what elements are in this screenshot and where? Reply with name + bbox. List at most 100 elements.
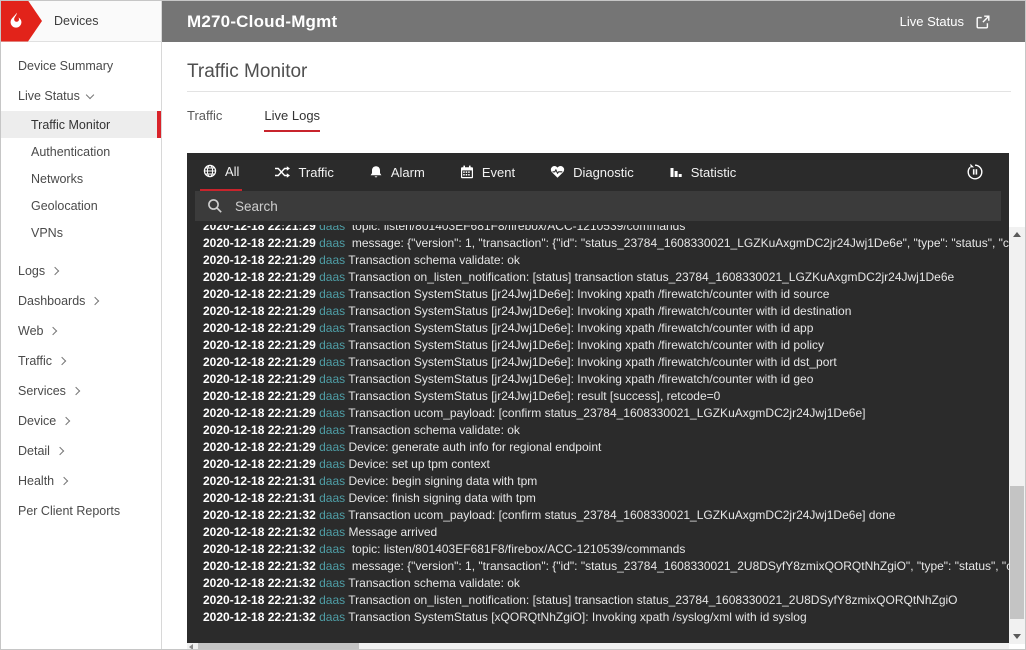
filter-tab-diagnostic[interactable]: Diagnostic — [547, 153, 637, 191]
log-row: 2020-12-18 22:21:31 daas Device: finish … — [203, 490, 1009, 507]
filter-tab-alarm[interactable]: Alarm — [366, 153, 428, 191]
log-message: topic: listen/801403EF681F8/firebox/ACC-… — [348, 225, 685, 233]
log-message: Transaction SystemStatus [jr24Jwj1De6e]:… — [348, 372, 813, 386]
sidebar-item-geolocation[interactable]: Geolocation — [1, 192, 161, 219]
filter-tab-all[interactable]: All — [200, 153, 242, 191]
horizontal-scrollbar-thumb[interactable] — [198, 643, 359, 650]
sidebar-item-services[interactable]: Services — [1, 376, 161, 406]
log-message: Transaction on_listen_notification: [sta… — [348, 270, 954, 284]
sidebar-item-web[interactable]: Web — [1, 316, 161, 346]
log-source: daas — [319, 508, 345, 522]
sidebar-item-label: Live Status — [18, 89, 80, 103]
sidebar-item-networks[interactable]: Networks — [1, 165, 161, 192]
log-source: daas — [319, 457, 345, 471]
search-box[interactable] — [195, 191, 1001, 221]
chevron-down-icon — [86, 90, 94, 98]
vertical-scrollbar[interactable] — [1009, 227, 1025, 644]
live-status-label: Live Status — [900, 14, 964, 29]
product-header: Devices — [1, 1, 162, 42]
log-source: daas — [319, 389, 345, 403]
log-row: 2020-12-18 22:21:29 daas Transaction sch… — [203, 252, 1009, 269]
sidebar-item-dashboards[interactable]: Dashboards — [1, 286, 161, 316]
sidebar-item-traffic-monitor[interactable]: Traffic Monitor — [1, 111, 161, 138]
log-row: 2020-12-18 22:21:32 daas Transaction on_… — [203, 592, 1009, 609]
log-source: daas — [319, 225, 345, 233]
log-source: daas — [319, 253, 345, 267]
filter-tab-label: Diagnostic — [573, 165, 634, 180]
sidebar-item-detail[interactable]: Detail — [1, 436, 161, 466]
filter-tab-statistic[interactable]: Statistic — [666, 153, 740, 191]
log-filter-tabs: All Traffic Alarm — [187, 153, 1009, 191]
sidebar-item-health[interactable]: Health — [1, 466, 161, 496]
vertical-scrollbar-thumb[interactable] — [1010, 486, 1024, 619]
log-source: daas — [319, 236, 345, 250]
chevron-right-icon — [60, 477, 68, 485]
sidebar-item-traffic[interactable]: Traffic — [1, 346, 161, 376]
view-tabs: Traffic Live Logs — [187, 108, 320, 132]
log-timestamp: 2020-12-18 22:21:31 — [203, 491, 316, 505]
log-row: 2020-12-18 22:21:31 daas Device: begin s… — [203, 473, 1009, 490]
log-message: Transaction SystemStatus [jr24Jwj1De6e]:… — [348, 321, 813, 335]
sidebar-item-live-status[interactable]: Live Status — [1, 81, 161, 111]
log-message: Transaction on_listen_notification: [sta… — [348, 593, 957, 607]
log-row: 2020-12-18 22:21:29 daas Transaction Sys… — [203, 303, 1009, 320]
log-timestamp: 2020-12-18 22:21:29 — [203, 225, 316, 233]
pause-refresh-button[interactable] — [966, 163, 984, 181]
log-message: Transaction schema validate: ok — [348, 423, 520, 437]
log-source: daas — [319, 423, 345, 437]
bar-chart-icon — [669, 165, 683, 179]
log-row: 2020-12-18 22:21:29 daas Transaction uco… — [203, 405, 1009, 422]
scroll-left-arrow[interactable] — [189, 644, 197, 650]
sidebar-item-label: Detail — [18, 444, 50, 458]
log-row: 2020-12-18 22:21:29 daas Transaction Sys… — [203, 320, 1009, 337]
device-title: M270-Cloud-Mgmt — [162, 12, 337, 32]
app-window: Devices M270-Cloud-Mgmt Live Status Devi… — [0, 0, 1026, 650]
log-row: 2020-12-18 22:21:32 daas Transaction sch… — [203, 575, 1009, 592]
page-title: Traffic Monitor — [187, 61, 307, 83]
log-source: daas — [319, 355, 345, 369]
log-row: 2020-12-18 22:21:29 daas Transaction on_… — [203, 269, 1009, 286]
log-message: Device: set up tpm context — [348, 457, 489, 471]
log-panel: All Traffic Alarm — [187, 153, 1009, 644]
log-timestamp: 2020-12-18 22:21:29 — [203, 423, 316, 437]
log-message: Transaction SystemStatus [jr24Jwj1De6e]:… — [348, 338, 824, 352]
filter-tab-event[interactable]: Event — [457, 153, 518, 191]
sidebar-item-per-client-reports[interactable]: Per Client Reports — [1, 496, 161, 526]
chevron-right-icon — [91, 297, 99, 305]
tab-live-logs[interactable]: Live Logs — [264, 108, 320, 132]
sidebar-item-authentication[interactable]: Authentication — [1, 138, 161, 165]
sidebar-item-device[interactable]: Device — [1, 406, 161, 436]
search-input[interactable] — [233, 198, 837, 215]
log-timestamp: 2020-12-18 22:21:29 — [203, 253, 316, 267]
filter-tab-traffic[interactable]: Traffic — [271, 153, 336, 191]
log-timestamp: 2020-12-18 22:21:32 — [203, 576, 316, 590]
log-timestamp: 2020-12-18 22:21:32 — [203, 508, 316, 522]
log-message: Message arrived — [348, 525, 437, 539]
live-status-link[interactable]: Live Status — [900, 14, 1025, 30]
sidebar-item-logs[interactable]: Logs — [1, 256, 161, 286]
log-timestamp: 2020-12-18 22:21:29 — [203, 355, 316, 369]
sidebar-item-label: Device — [18, 414, 56, 428]
tab-traffic[interactable]: Traffic — [187, 108, 222, 132]
scroll-up-arrow[interactable] — [1009, 227, 1025, 242]
log-source: daas — [319, 542, 345, 556]
external-link-icon — [975, 14, 991, 30]
horizontal-scrollbar[interactable] — [187, 643, 1009, 650]
sidebar-item-label: Logs — [18, 264, 45, 278]
log-row: 2020-12-18 22:21:29 daas Transaction Sys… — [203, 371, 1009, 388]
chevron-right-icon — [62, 417, 70, 425]
log-row: 2020-12-18 22:21:32 daas topic: listen/8… — [203, 541, 1009, 558]
log-timestamp: 2020-12-18 22:21:29 — [203, 304, 316, 318]
sidebar-item-vpns[interactable]: VPNs — [1, 219, 161, 246]
sidebar-item-device-summary[interactable]: Device Summary — [1, 51, 161, 81]
bell-icon — [369, 165, 383, 179]
log-message: Transaction schema validate: ok — [348, 253, 520, 267]
log-message: Transaction ucom_payload: [confirm statu… — [348, 508, 895, 522]
log-source: daas — [319, 593, 345, 607]
log-row: 2020-12-18 22:21:29 daas Transaction Sys… — [203, 286, 1009, 303]
search-icon — [207, 198, 223, 214]
log-source: daas — [319, 576, 345, 590]
scroll-down-arrow[interactable] — [1009, 629, 1025, 644]
sidebar-item-label: Per Client Reports — [18, 504, 120, 518]
log-timestamp: 2020-12-18 22:21:32 — [203, 559, 316, 573]
